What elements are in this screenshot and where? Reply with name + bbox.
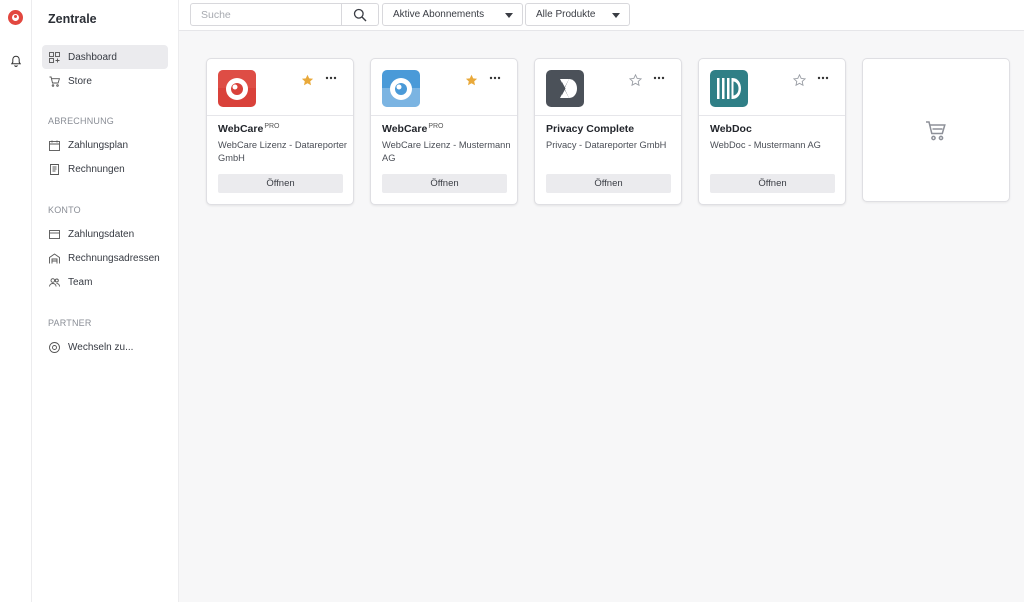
card-header xyxy=(371,59,517,116)
star-outline-icon[interactable] xyxy=(793,74,806,87)
sidebar-item-zahlungsdaten[interactable]: Zahlungsdaten xyxy=(42,222,168,246)
card-title: WebDoc xyxy=(710,123,752,135)
chevron-down-icon xyxy=(612,13,620,18)
card-title: WebCarePRO xyxy=(382,123,444,135)
search-input[interactable] xyxy=(191,4,341,25)
sidebar-item-rechnungsadressen[interactable]: Rechnungsadressen xyxy=(42,246,168,270)
cart-icon xyxy=(49,76,60,87)
card-subtitle: WebDoc - Mustermann AG xyxy=(710,140,821,150)
section-title-partner: PARTNER xyxy=(48,318,92,328)
pro-badge: PRO xyxy=(264,123,280,130)
card-subtitle: Privacy - Datareporter GmbH xyxy=(546,140,667,150)
sidebar-item-label: Zahlungsdaten xyxy=(68,228,135,240)
more-options-icon[interactable] xyxy=(489,73,501,83)
sidebar-item-label: Store xyxy=(68,75,92,87)
card-subtitle: WebCare Lizenz - Datareporter GmbH xyxy=(218,140,348,163)
app-title: Zentrale xyxy=(48,12,97,26)
card-header xyxy=(207,59,353,116)
product-name: Privacy Complete xyxy=(546,123,635,135)
card-title: Privacy Complete xyxy=(546,123,634,135)
more-options-icon[interactable] xyxy=(653,73,665,83)
open-button[interactable]: Öffnen xyxy=(218,174,343,193)
section-title-abrechnung: ABRECHNUNG xyxy=(48,116,115,126)
toolbar: Aktive Abonnements Alle Produkte xyxy=(179,0,1024,31)
bell-icon[interactable] xyxy=(9,54,23,68)
search-box xyxy=(190,3,379,26)
open-button[interactable]: Öffnen xyxy=(382,174,507,193)
open-button[interactable]: Öffnen xyxy=(710,174,835,193)
users-icon xyxy=(49,277,60,287)
product-card: WebCarePRO WebCare Lizenz - Datareporter… xyxy=(206,58,354,205)
product-name: WebCare xyxy=(218,123,264,135)
sidebar-item-label: Dashboard xyxy=(68,51,117,63)
sidebar: Zentrale Dashboard Store ABRECHNUNG Zahl… xyxy=(32,0,179,602)
more-options-icon[interactable] xyxy=(325,73,337,83)
dropdown-value: Aktive Abonnements xyxy=(393,9,485,20)
sidebar-item-rechnungen[interactable]: Rechnungen xyxy=(42,157,168,181)
star-outline-icon[interactable] xyxy=(629,74,642,87)
sidebar-item-wechseln[interactable]: Wechseln zu... xyxy=(42,335,168,359)
credit-card-icon xyxy=(49,229,60,239)
section-title-konto: KONTO xyxy=(48,205,81,215)
sidebar-item-label: Rechnungsadressen xyxy=(68,252,160,264)
building-icon xyxy=(49,252,60,263)
icon-rail xyxy=(0,0,32,602)
sidebar-item-label: Zahlungsplan xyxy=(68,139,129,151)
pro-badge: PRO xyxy=(428,123,444,130)
search-icon xyxy=(353,8,367,21)
product-filter-dropdown[interactable]: Alle Produkte xyxy=(525,3,630,26)
product-card: Privacy Complete Privacy - Datareporter … xyxy=(534,58,682,205)
invoice-icon xyxy=(50,163,59,175)
card-subtitle: WebCare Lizenz - Mustermann AG xyxy=(382,140,511,163)
sidebar-item-label: Team xyxy=(68,276,93,288)
product-card: WebCarePRO WebCare Lizenz - Mustermann A… xyxy=(370,58,518,205)
sidebar-item-label: Wechseln zu... xyxy=(68,341,134,353)
product-name: WebCare xyxy=(382,123,428,135)
webcare-logo-icon[interactable] xyxy=(8,10,23,25)
grid-icon xyxy=(49,51,60,63)
open-button[interactable]: Öffnen xyxy=(546,174,671,193)
more-options-icon[interactable] xyxy=(817,73,829,83)
card-header xyxy=(699,59,845,116)
webcare-app-icon xyxy=(382,70,420,107)
star-filled-icon[interactable] xyxy=(465,74,478,87)
sidebar-item-zahlungsplan[interactable]: Zahlungsplan xyxy=(42,133,168,157)
dropdown-value: Alle Produkte xyxy=(536,9,596,20)
card-header xyxy=(535,59,681,116)
cart-icon xyxy=(926,121,946,141)
sidebar-item-dashboard[interactable]: Dashboard xyxy=(42,45,168,69)
sidebar-item-store[interactable]: Store xyxy=(42,69,168,93)
star-filled-icon[interactable] xyxy=(301,74,314,87)
store-card[interactable] xyxy=(862,58,1010,202)
calendar-icon xyxy=(49,140,60,151)
product-card: WebDoc WebDoc - Mustermann AG Öffnen xyxy=(698,58,846,205)
search-button[interactable] xyxy=(341,4,378,25)
sidebar-item-team[interactable]: Team xyxy=(42,270,168,294)
sidebar-item-label: Rechnungen xyxy=(68,163,125,175)
webdoc-app-icon xyxy=(710,70,748,107)
switch-icon xyxy=(49,341,60,353)
privacy-complete-app-icon xyxy=(546,70,584,107)
webcare-app-icon xyxy=(218,70,256,107)
chevron-down-icon xyxy=(505,13,513,18)
subscription-filter-dropdown[interactable]: Aktive Abonnements xyxy=(382,3,523,26)
card-title: WebCarePRO xyxy=(218,123,280,135)
product-name: WebDoc xyxy=(710,123,752,135)
